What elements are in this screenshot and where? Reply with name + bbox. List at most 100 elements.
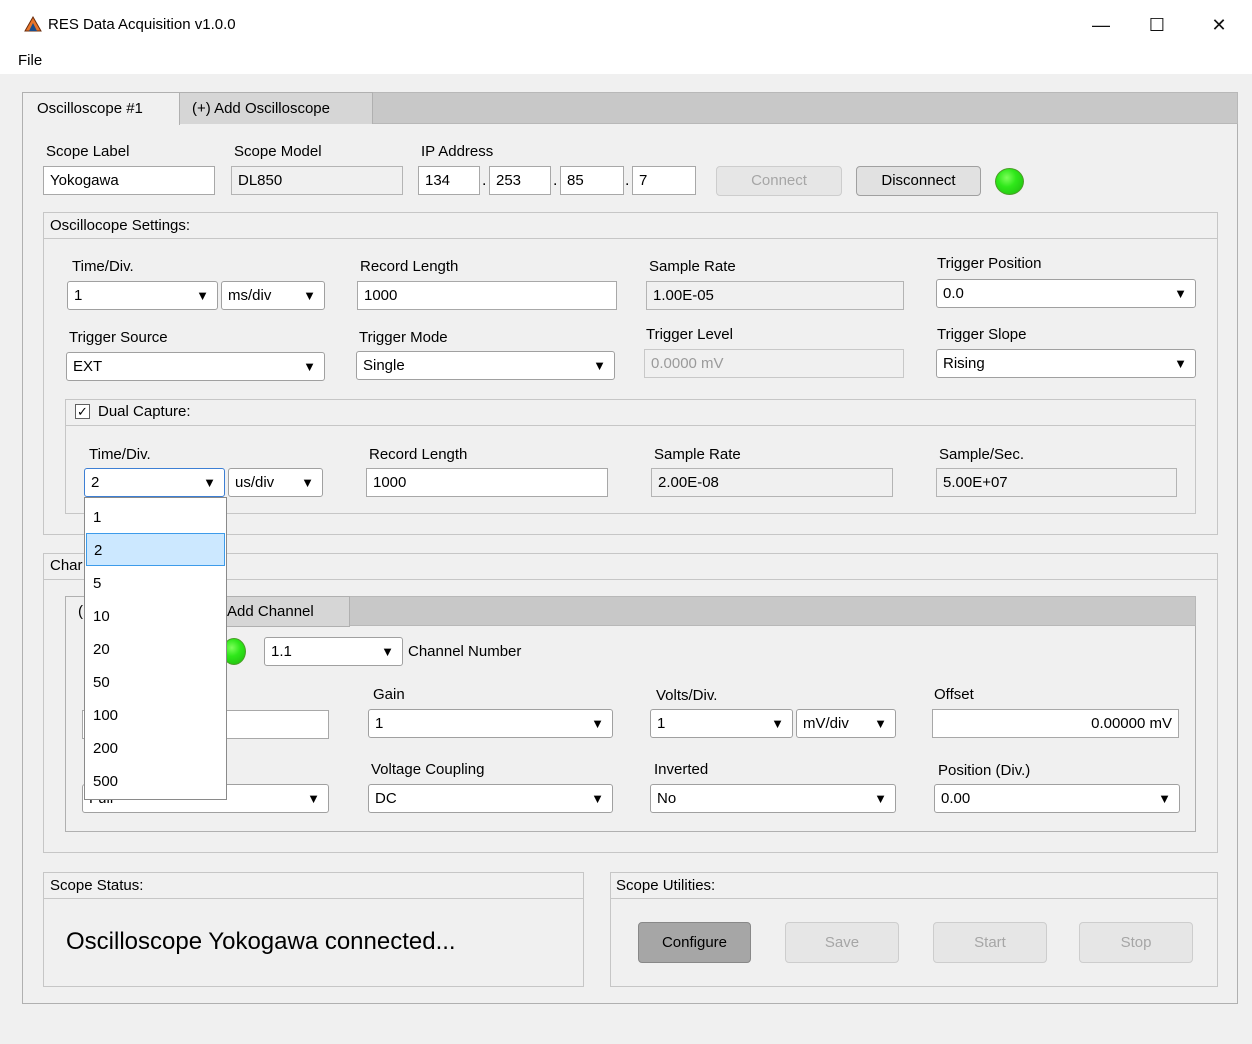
volts-div-unit-value: mV/div: [803, 715, 849, 732]
trigger-position-value: 0.0: [943, 285, 964, 302]
ip-octet-2[interactable]: 253: [489, 166, 551, 195]
trigger-slope-value: Rising: [943, 355, 985, 372]
voltage-coupling-select[interactable]: DC ▼: [368, 784, 613, 813]
connect-button[interactable]: Connect: [716, 166, 842, 196]
dual-time-div-unit-value: us/div: [235, 474, 275, 491]
chevron-down-icon: ▼: [303, 359, 316, 374]
chevron-down-icon: ▼: [301, 475, 314, 490]
channel-panel-title: Char: [50, 557, 83, 574]
tab-oscilloscope-1[interactable]: Oscilloscope #1: [22, 92, 180, 125]
chevron-down-icon: ▼: [203, 475, 216, 490]
window-title: RES Data Acquisition v1.0.0: [48, 16, 236, 33]
matlab-icon: [24, 16, 42, 32]
chevron-down-icon: ▼: [381, 644, 394, 659]
channel-number-select[interactable]: 1.1 ▼: [264, 637, 403, 666]
dropdown-option-selected[interactable]: 2: [86, 533, 225, 566]
chevron-down-icon: ▼: [1174, 356, 1187, 371]
dual-time-div-unit-select[interactable]: us/div ▼: [228, 468, 323, 497]
inverted-select[interactable]: No ▼: [650, 784, 896, 813]
dual-time-div-label: Time/Div.: [89, 446, 151, 463]
dual-sample-sec-field: 5.00E+07: [936, 468, 1177, 497]
menu-file[interactable]: File: [18, 52, 42, 69]
trigger-level-label: Trigger Level: [646, 326, 733, 343]
time-div-dropdown-list: 1 2 5 10 20 50 100 200 500: [84, 497, 227, 800]
ip-octet-3[interactable]: 85: [560, 166, 624, 195]
channel-number-value: 1.1: [271, 643, 292, 660]
position-label: Position (Div.): [938, 762, 1031, 779]
disconnect-button[interactable]: Disconnect: [856, 166, 981, 196]
chevron-down-icon: ▼: [1158, 791, 1171, 806]
scope-label-input[interactable]: Yokogawa: [43, 166, 215, 195]
time-div-value: 1: [74, 287, 83, 304]
dropdown-option[interactable]: 100: [86, 699, 225, 732]
connection-status-led: [995, 168, 1024, 195]
close-button[interactable]: ✕: [1194, 8, 1244, 42]
offset-label: Offset: [934, 686, 974, 703]
volts-div-unit-select[interactable]: mV/div ▼: [796, 709, 896, 738]
dropdown-option[interactable]: 5: [86, 567, 225, 600]
dual-time-div-select[interactable]: 2 ▼: [84, 468, 225, 497]
trigger-source-select[interactable]: EXT ▼: [66, 352, 325, 381]
dual-record-length-label: Record Length: [369, 446, 468, 463]
voltage-coupling-label: Voltage Coupling: [371, 761, 485, 778]
dual-capture-title: Dual Capture:: [98, 403, 191, 420]
ip-octet-1[interactable]: 134: [418, 166, 480, 195]
dropdown-option[interactable]: 20: [86, 633, 225, 666]
trigger-position-select[interactable]: 0.0 ▼: [936, 279, 1196, 308]
trigger-slope-select[interactable]: Rising ▼: [936, 349, 1196, 378]
scope-status-title: Scope Status:: [50, 877, 144, 894]
volts-div-value: 1: [657, 715, 666, 732]
chevron-down-icon: ▼: [591, 791, 604, 806]
chevron-down-icon: ▼: [591, 716, 604, 731]
trigger-mode-select[interactable]: Single ▼: [356, 351, 615, 380]
trigger-level-field: 0.0000 mV: [644, 349, 904, 378]
dual-time-div-value: 2: [91, 474, 100, 491]
volts-div-select[interactable]: 1 ▼: [650, 709, 793, 738]
stop-button[interactable]: Stop: [1079, 922, 1193, 963]
panel-header-divider: [66, 425, 1195, 426]
trigger-position-label: Trigger Position: [937, 255, 1042, 272]
chevron-down-icon: ▼: [303, 288, 316, 303]
chevron-down-icon: ▼: [307, 791, 320, 806]
position-select[interactable]: 0.00 ▼: [934, 784, 1180, 813]
channel-number-label: Channel Number: [408, 643, 522, 660]
ip-separator: .: [625, 172, 630, 189]
dual-record-length-input[interactable]: 1000: [366, 468, 608, 497]
maximize-button[interactable]: ☐: [1132, 8, 1182, 42]
status-message: Oscilloscope Yokogawa connected...: [66, 928, 456, 955]
save-button[interactable]: Save: [785, 922, 899, 963]
sample-rate-field: 1.00E-05: [646, 281, 904, 310]
position-value: 0.00: [941, 790, 971, 807]
oscilloscope-settings-title: Oscillocope Settings:: [50, 217, 191, 234]
panel-header-divider: [44, 898, 583, 899]
record-length-input[interactable]: 1000: [357, 281, 617, 310]
panel-header-divider: [611, 898, 1217, 899]
ip-separator: .: [482, 172, 487, 189]
dual-capture-checkbox[interactable]: ✓: [75, 404, 90, 419]
time-div-unit-select[interactable]: ms/div ▼: [221, 281, 325, 310]
dropdown-option[interactable]: 500: [86, 765, 225, 798]
dropdown-option[interactable]: 200: [86, 732, 225, 765]
offset-input[interactable]: 0.00000 mV: [932, 709, 1179, 738]
tab-add-oscilloscope[interactable]: (+) Add Oscilloscope: [179, 92, 373, 125]
menu-bar: [0, 46, 1252, 74]
dual-sample-rate-label: Sample Rate: [654, 446, 741, 463]
dual-sample-sec-label: Sample/Sec.: [939, 446, 1025, 463]
chevron-down-icon: ▼: [771, 716, 784, 731]
configure-button[interactable]: Configure: [638, 922, 751, 963]
ip-octet-4[interactable]: 7: [632, 166, 696, 195]
dropdown-option[interactable]: 10: [86, 600, 225, 633]
dropdown-option[interactable]: 50: [86, 666, 225, 699]
gain-label: Gain: [373, 686, 405, 703]
dropdown-option[interactable]: 1: [86, 501, 225, 534]
scope-model-caption: Scope Model: [234, 143, 322, 160]
time-div-unit-value: ms/div: [228, 287, 272, 304]
gain-select[interactable]: 1 ▼: [368, 709, 613, 738]
ip-separator: .: [553, 172, 558, 189]
chevron-down-icon: ▼: [1174, 286, 1187, 301]
minimize-button[interactable]: —: [1076, 8, 1126, 42]
tab-add-channel[interactable]: Add Channel: [211, 596, 350, 627]
voltage-coupling-value: DC: [375, 790, 397, 807]
start-button[interactable]: Start: [933, 922, 1047, 963]
time-div-select[interactable]: 1 ▼: [67, 281, 218, 310]
